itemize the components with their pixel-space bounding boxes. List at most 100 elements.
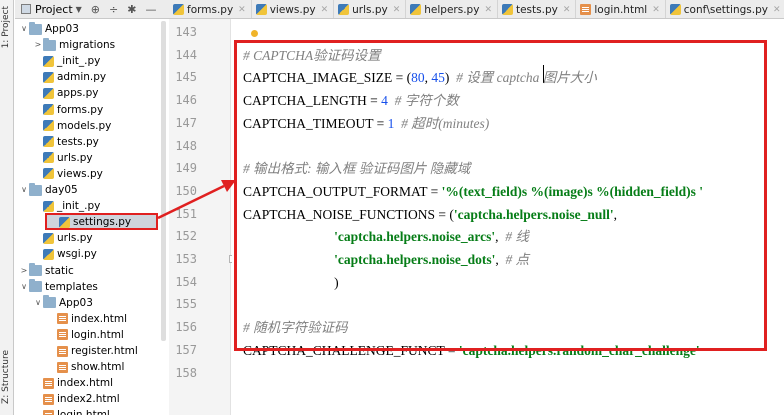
tree-item[interactable]: views.py [15,166,103,182]
python-file-icon [43,152,54,164]
python-file-icon [43,248,54,260]
tab-label: login.html [594,3,648,16]
python-file-icon [410,4,422,15]
editor-tab[interactable]: helpers.py ✕ [406,0,498,18]
python-file-icon [43,120,54,132]
tree-item[interactable]: ∨ App03 [15,295,93,311]
tree-item[interactable]: show.html [15,359,124,375]
editor-tab[interactable]: views.py ✕ [252,0,335,18]
folder-icon [29,182,42,196]
highlight-annotation-box [234,40,767,351]
python-file-icon [43,55,54,67]
tree-item[interactable]: index2.html [15,391,120,407]
html-file-icon [43,409,54,415]
tree-item-label: App03 [45,23,79,35]
tree-item[interactable]: _init_.py [15,53,100,69]
html-file-icon [43,377,54,389]
tree-item[interactable]: > static [15,263,74,279]
python-file-icon [43,136,54,148]
tree-item[interactable]: index.html [15,311,127,327]
python-file-icon [255,4,267,15]
tree-item[interactable]: register.html [15,343,138,359]
tree-item[interactable]: models.py [15,118,111,134]
collapse-all-icon[interactable]: ÷ [109,3,118,16]
line-number: 143 [175,25,197,39]
close-icon[interactable]: ✕ [773,5,781,15]
chevron-down-icon[interactable]: ∨ [19,182,29,198]
tree-item-label: _init_.py [57,200,101,213]
tab-label: conf\settings.py [683,3,768,16]
tab-label: forms.py [187,3,234,16]
close-icon[interactable]: ✕ [393,5,401,15]
settings-file-annotation-box [45,213,158,230]
folder-icon [29,21,42,35]
editor-tab[interactable]: tests.py ✕ [498,0,577,18]
lightbulb-icon[interactable] [251,30,258,37]
tree-item[interactable]: urls.py [15,230,93,246]
chevron-down-icon[interactable]: ∨ [33,295,43,311]
python-file-icon [338,4,350,15]
tree-item-label: views.py [57,167,103,180]
close-icon[interactable]: ✕ [652,5,660,15]
tree-item[interactable]: index.html [15,375,113,391]
chevron-right-icon[interactable]: > [19,263,29,279]
python-file-icon [43,168,54,180]
line-number: 146 [175,93,197,108]
tree-item[interactable]: tests.py [15,134,99,150]
tree-item[interactable]: wsgi.py [15,246,97,262]
line-number: 154 [175,274,197,289]
tree-item[interactable]: ∨ App03 [15,21,79,37]
html-file-icon [57,329,68,341]
tree-item-label: index.html [71,312,127,325]
chevron-down-icon[interactable]: ▼ [76,5,82,14]
tree-item[interactable]: ∨ templates [15,279,98,295]
folder-icon [29,279,42,293]
line-number: 147 [175,115,197,130]
gear-icon[interactable]: ✱ [127,3,136,16]
line-number: 158 [175,365,197,380]
tree-item[interactable]: forms.py [15,102,103,118]
tree-scrollbar[interactable] [161,21,166,341]
tree-item[interactable]: admin.py [15,69,106,85]
close-icon[interactable]: ✕ [484,5,492,15]
tree-item[interactable]: ∨ day05 [15,182,78,198]
tree-item[interactable]: _init_.py [15,198,100,214]
tree-item-label: apps.py [57,87,99,100]
tree-item[interactable]: > migrations [15,37,115,53]
editor-tab[interactable]: forms.py ✕ [169,0,252,18]
tree-item[interactable]: urls.py [15,150,93,166]
python-file-icon [669,4,681,15]
tree-item-label: _init_.py [57,55,101,68]
tree-item-label: urls.py [57,232,93,245]
target-icon[interactable]: ⊕ [91,3,100,16]
tab-label: views.py [269,3,316,16]
project-tool-button[interactable]: 1: Project [1,6,11,48]
chevron-down-icon[interactable]: ∨ [19,279,29,295]
line-number: 157 [175,342,197,357]
line-number: 144 [175,47,197,62]
close-icon[interactable]: ✕ [563,5,571,15]
line-number: 149 [175,161,197,176]
tree-item-label: wsgi.py [57,248,97,261]
editor-tab[interactable]: login.html ✕ [576,0,666,18]
chevron-right-icon[interactable]: > [33,37,43,53]
chevron-down-icon[interactable]: ∨ [19,21,29,37]
line-number: 148 [175,138,197,153]
editor-tab[interactable]: conf\settings.py ✕ [666,0,784,18]
tab-label: tests.py [515,3,558,16]
hide-icon[interactable]: — [145,3,156,16]
editor-tabs: forms.py ✕ views.py ✕ urls.py ✕ helpers.py ✕ tes… [169,0,784,19]
close-icon[interactable]: ✕ [238,5,246,15]
tree-item[interactable]: login.html [15,407,110,415]
close-icon[interactable]: ✕ [321,5,329,15]
html-file-icon [57,345,68,357]
structure-tool-button[interactable]: Z: Structure [1,350,11,404]
html-file-icon [57,313,68,325]
tree-item[interactable]: apps.py [15,85,98,101]
tree-item-label: admin.py [57,71,107,84]
editor-tab[interactable]: urls.py ✕ [334,0,407,18]
tree-item-label: models.py [57,119,112,132]
tree-item[interactable]: login.html [15,327,124,343]
project-view-selector[interactable]: Project [35,3,73,16]
tree-item-label: show.html [71,361,125,374]
